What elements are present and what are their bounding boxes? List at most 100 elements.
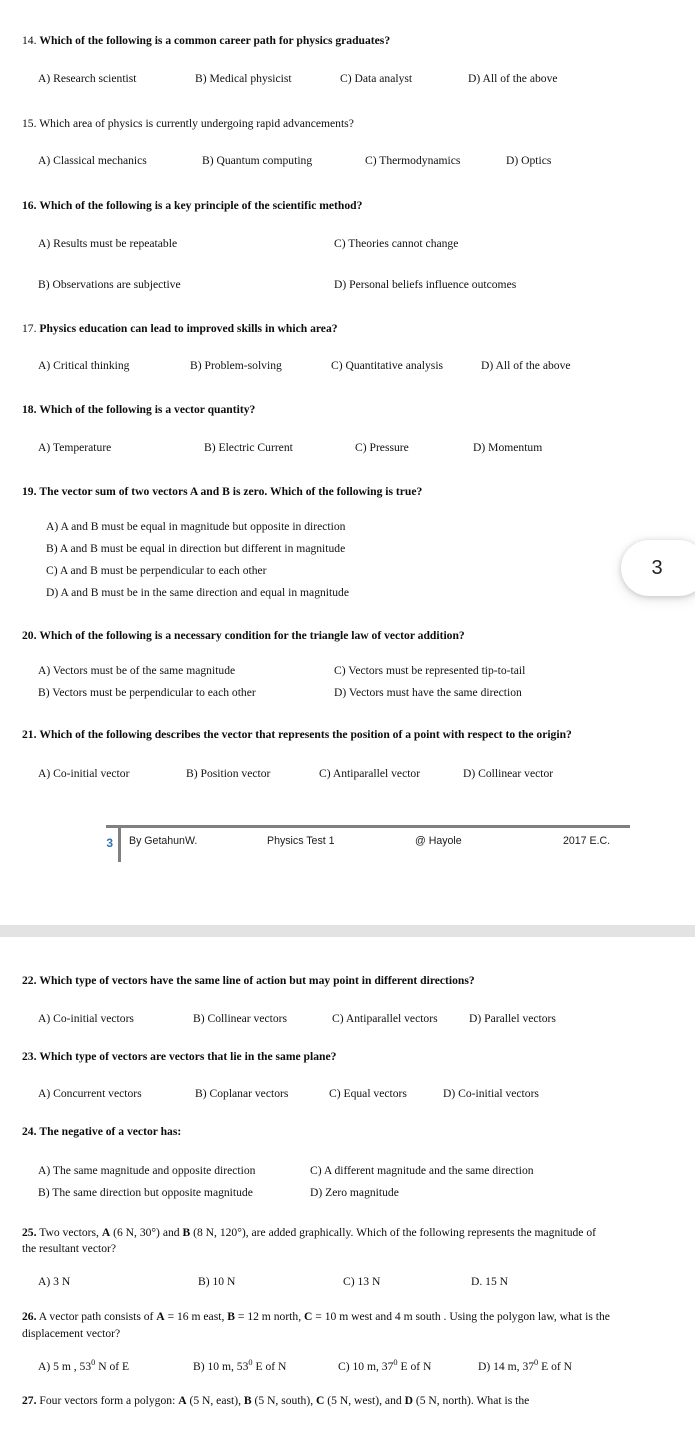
option-grid-row: B) Observations are subjective D) Person… — [38, 277, 671, 294]
question-text: 25. Two vectors, A (6 N, 30°) and B (8 N… — [22, 1225, 612, 1259]
option-d[interactable]: D) Co-initial vectors — [443, 1086, 539, 1103]
option-b[interactable]: B) Quantum computing — [202, 153, 365, 170]
option-c[interactable]: C) Data analyst — [340, 71, 468, 88]
question-stem: Which of the following is a vector quant… — [39, 403, 256, 417]
option-d[interactable]: D) All of the above — [468, 71, 558, 88]
option-d[interactable]: D) A and B must be in the same direction… — [46, 582, 671, 604]
option-d[interactable]: D) All of the above — [481, 358, 571, 375]
option-c[interactable]: C) Thermodynamics — [365, 153, 506, 170]
question-block: 17. Physics education can lead to improv… — [22, 294, 671, 376]
page-indicator-pill[interactable]: 3 — [621, 540, 695, 596]
question-stem: The negative of a vector has: — [39, 1125, 182, 1139]
option-c[interactable]: C) Vectors must be represented tip-to-ta… — [334, 663, 671, 680]
question-block: 22. Which type of vectors have the same … — [22, 937, 671, 1028]
option-b[interactable]: B) Electric Current — [204, 440, 355, 457]
question-number: 27. — [22, 1394, 37, 1408]
option-c[interactable]: C) A and B must be perpendicular to each… — [46, 560, 671, 582]
option-c[interactable]: C) 13 N — [343, 1274, 471, 1291]
question-number: 25. — [22, 1225, 37, 1239]
question-block: 15. Which area of physics is currently u… — [22, 88, 671, 171]
question-text: 24. The negative of a vector has: — [22, 1124, 671, 1141]
option-a[interactable]: A) Critical thinking — [38, 358, 190, 375]
question-stem: Which of the following is a key principl… — [39, 199, 363, 213]
question-block: 18. Which of the following is a vector q… — [22, 375, 671, 457]
option-d[interactable]: D) Personal beliefs influence outcomes — [334, 277, 671, 294]
option-a[interactable]: A) Classical mechanics — [38, 153, 202, 170]
question-stem: Which area of physics is currently under… — [39, 116, 354, 130]
option-b[interactable]: B) 10 m, 530 E of N — [193, 1358, 338, 1376]
question-text: 14. Which of the following is a common c… — [22, 33, 671, 50]
option-d[interactable]: D) Optics — [506, 153, 551, 170]
option-c[interactable]: C) Theories cannot change — [334, 236, 671, 253]
document-viewer[interactable]: 14. Which of the following is a common c… — [0, 0, 695, 1435]
option-a[interactable]: A) Vectors must be of the same magnitude — [38, 663, 334, 680]
option-b[interactable]: B) 10 N — [198, 1274, 343, 1291]
option-b[interactable]: B) Medical physicist — [195, 71, 340, 88]
question-stem: Which of the following is a common caree… — [39, 34, 391, 47]
question-number: 26. — [22, 1309, 37, 1323]
question-stem: Which of the following is a necessary co… — [39, 628, 465, 642]
option-c[interactable]: C) Antiparallel vectors — [332, 1011, 469, 1028]
option-d[interactable]: D) 14 m, 370 E of N — [478, 1358, 572, 1376]
option-d[interactable]: D) Momentum — [473, 440, 542, 457]
question-number: 18. — [22, 403, 37, 417]
option-grid-row: B) The same direction but opposite magni… — [38, 1185, 671, 1202]
option-grid-row: B) Vectors must be perpendicular to each… — [38, 685, 671, 702]
option-c[interactable]: C) 10 m, 370 E of N — [338, 1358, 478, 1376]
question-block: 14. Which of the following is a common c… — [22, 0, 671, 88]
option-a[interactable]: A) 5 m , 530 N of E — [38, 1358, 193, 1376]
question-text: 20. Which of the following is a necessar… — [22, 628, 671, 645]
option-b[interactable]: B) Problem-solving — [190, 358, 331, 375]
question-number: 20. — [22, 628, 37, 642]
option-b[interactable]: B) Vectors must be perpendicular to each… — [38, 685, 334, 702]
question-text: 18. Which of the following is a vector q… — [22, 402, 671, 419]
option-c[interactable]: C) Pressure — [355, 440, 473, 457]
question-block: 21. Which of the following describes the… — [22, 702, 671, 783]
option-a[interactable]: A) Temperature — [38, 440, 204, 457]
question-text: 15. Which area of physics is currently u… — [22, 116, 671, 133]
document-page: 14. Which of the following is a common c… — [0, 0, 695, 925]
question-block: 19. The vector sum of two vectors A and … — [22, 457, 671, 604]
question-text: 26. A vector path consists of A = 16 m e… — [22, 1309, 622, 1343]
question-text: 19. The vector sum of two vectors A and … — [22, 484, 671, 501]
question-text: 16. Which of the following is a key prin… — [22, 198, 671, 215]
option-b[interactable]: B) A and B must be equal in direction bu… — [46, 538, 671, 560]
option-row: A) Temperature B) Electric Current C) Pr… — [22, 440, 671, 457]
option-b[interactable]: B) Position vector — [186, 766, 319, 783]
option-a[interactable]: A) Research scientist — [38, 71, 195, 88]
option-b[interactable]: B) Coplanar vectors — [195, 1086, 329, 1103]
question-block: 25. Two vectors, A (6 N, 30°) and B (8 N… — [22, 1202, 671, 1291]
option-c[interactable]: C) Antiparallel vector — [319, 766, 463, 783]
question-number: 24. — [22, 1125, 37, 1139]
option-a[interactable]: A) The same magnitude and opposite direc… — [38, 1163, 310, 1180]
option-row: A) 5 m , 530 N of E B) 10 m, 530 E of N … — [22, 1358, 671, 1376]
footer-page-number: 3 — [106, 835, 113, 850]
option-c[interactable]: C) Quantitative analysis — [331, 358, 481, 375]
option-a[interactable]: A) 3 N — [38, 1274, 198, 1291]
footer-place: @ Hayole — [415, 834, 462, 847]
question-text: 23. Which type of vectors are vectors th… — [22, 1049, 671, 1066]
option-a[interactable]: A) Co-initial vectors — [38, 1011, 193, 1028]
option-a[interactable]: A) Concurrent vectors — [38, 1086, 195, 1103]
option-row: A) 3 N B) 10 N C) 13 N D. 15 N — [22, 1274, 671, 1291]
option-d[interactable]: D) Collinear vector — [463, 766, 553, 783]
option-d[interactable]: D) Zero magnitude — [310, 1185, 671, 1202]
option-b[interactable]: B) Collinear vectors — [193, 1011, 332, 1028]
option-grid: A) Results must be repeatable C) Theorie… — [22, 236, 671, 294]
option-d[interactable]: D. 15 N — [471, 1274, 508, 1291]
option-a[interactable]: A) Co-initial vector — [38, 766, 186, 783]
question-block: 20. Which of the following is a necessar… — [22, 604, 671, 702]
option-a[interactable]: A) Results must be repeatable — [38, 236, 334, 253]
question-block: 27. Four vectors form a polygon: A (5 N,… — [22, 1375, 671, 1410]
option-b[interactable]: B) Observations are subjective — [38, 277, 334, 294]
option-c[interactable]: C) A different magnitude and the same di… — [310, 1163, 671, 1180]
option-b[interactable]: B) The same direction but opposite magni… — [38, 1185, 310, 1202]
option-d[interactable]: D) Parallel vectors — [469, 1011, 556, 1028]
option-row: A) Co-initial vector B) Position vector … — [22, 766, 671, 783]
option-a[interactable]: A) A and B must be equal in magnitude bu… — [46, 516, 671, 538]
option-c[interactable]: C) Equal vectors — [329, 1086, 443, 1103]
footer-year: 2017 E.C. — [563, 834, 611, 847]
option-d[interactable]: D) Vectors must have the same direction — [334, 685, 671, 702]
footer-title: Physics Test 1 — [267, 834, 335, 847]
option-grid-row: A) The same magnitude and opposite direc… — [38, 1163, 671, 1180]
